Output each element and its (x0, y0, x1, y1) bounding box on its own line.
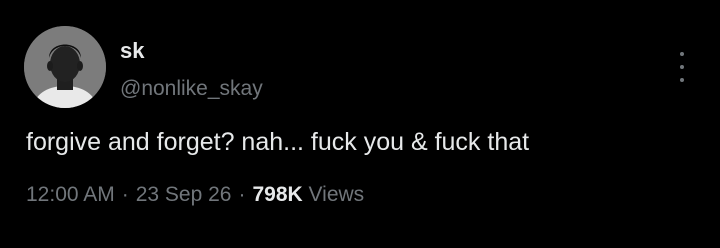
tweet-meta: 12:00 AM · 23 Sep 26 · 798K Views (26, 181, 364, 209)
tweet-text: forgive and forget? nah... fuck you & fu… (26, 128, 530, 156)
views-label: Views (308, 183, 365, 206)
dot (680, 52, 684, 56)
separator-dot: · (121, 183, 129, 206)
user-handle[interactable]: @nonlike_skay (120, 76, 263, 102)
tweet-card: sk @nonlike_skay forgive and forget? nah… (0, 0, 720, 248)
separator-dot: · (238, 183, 246, 206)
avatar[interactable] (24, 26, 106, 108)
post-date[interactable]: 23 Sep 26 (136, 183, 232, 206)
display-name[interactable]: sk (120, 38, 144, 64)
avatar-photo (24, 26, 106, 108)
dot (680, 65, 684, 69)
views-count: 798K (252, 183, 303, 206)
post-time[interactable]: 12:00 AM (26, 183, 115, 206)
more-options-icon[interactable] (672, 52, 692, 82)
dot (680, 78, 684, 82)
